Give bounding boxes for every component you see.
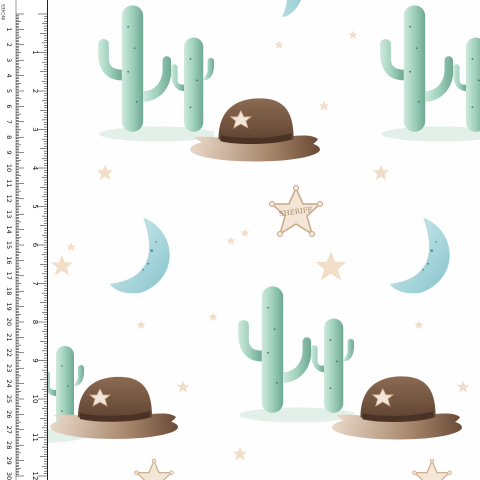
ruler-cm-label: 25 <box>5 395 13 403</box>
ruler-cm-label: 30 <box>5 472 13 480</box>
ruler-cm-label: 27 <box>5 426 13 434</box>
ruler-cm-label: 12 <box>5 195 13 203</box>
ruler-cm-label: 28 <box>5 441 13 449</box>
ruler-inch-label: 10 <box>31 395 39 404</box>
star <box>240 228 250 237</box>
ruler-cm-label: 3 <box>5 58 13 62</box>
ruler-cm-label: 4 <box>5 74 13 78</box>
ruler-inch-label: 12 <box>31 472 39 480</box>
ruler-cm-label: 17 <box>5 272 13 280</box>
ruler-inch-label: 1 <box>31 50 39 54</box>
star <box>232 446 248 461</box>
ruler-cm-label: 23 <box>5 364 13 372</box>
ruler-scale: 1234567891011121314151617181920212223242… <box>5 0 47 480</box>
star <box>66 242 76 251</box>
ruler-cm-label: 7 <box>5 120 13 124</box>
star <box>136 320 146 329</box>
ruler-cm-label: 16 <box>5 256 13 264</box>
ruler-cm-label: 8 <box>5 135 13 139</box>
ruler: 1 2 3 4 5 6 7 8 9 10 11 12 13 14 15 16 17 18 19 20 21 22 23 24 2… <box>0 0 48 480</box>
moon-left <box>109 217 170 294</box>
ruler-cm-label: 15 <box>5 241 13 249</box>
cowboy-hat-top <box>189 97 320 162</box>
ruler-inch-label: 2 <box>31 89 39 93</box>
cactus-group-bottom <box>238 286 354 423</box>
sheriff-badge-bottom-right <box>412 458 452 480</box>
ruler-cm-label: 6 <box>5 104 13 108</box>
ruler-inch-label: 4 <box>31 166 39 171</box>
star <box>176 380 190 393</box>
ruler-unit-inches: INCHES <box>1 4 6 21</box>
ruler-cm-label: 18 <box>5 287 13 295</box>
cactus-group-top-right <box>380 5 480 142</box>
moon-right <box>389 217 450 294</box>
star <box>96 164 114 181</box>
ruler-inch-label: 11 <box>31 433 39 442</box>
ruler-cm-label: 29 <box>5 456 13 464</box>
ruler-cm-label: 20 <box>5 318 13 326</box>
pattern-canvas: SHERIFF <box>0 0 480 480</box>
ruler-cm-label: 26 <box>5 410 13 418</box>
ruler-cm-label: 10 <box>5 164 13 172</box>
star <box>456 380 470 393</box>
star <box>274 40 284 49</box>
ruler-inch-label: 7 <box>31 281 39 285</box>
moon-top <box>232 0 315 22</box>
star <box>318 100 330 111</box>
star <box>208 312 218 321</box>
ruler-inch-label: 9 <box>31 358 39 362</box>
ruler-cm-label: 9 <box>5 151 13 155</box>
ruler-cm-label: 5 <box>5 89 13 93</box>
ruler-cm-label: 21 <box>5 333 13 341</box>
ruler-inch-label: 6 <box>31 243 39 248</box>
star <box>315 251 347 281</box>
ruler-cm-label: 14 <box>5 225 13 233</box>
star <box>51 255 73 276</box>
star <box>226 236 236 245</box>
ruler-cm-label: 24 <box>5 379 13 387</box>
ruler-cm-label: 19 <box>5 302 13 310</box>
star <box>348 30 358 39</box>
ruler-inch-label: 8 <box>31 320 39 324</box>
ruler-cm-label: 22 <box>5 349 13 357</box>
sheriff-badge-bottom-left <box>134 458 174 480</box>
ruler-cm-label: 13 <box>5 210 13 218</box>
cowboy-hat-bottom-right <box>331 375 462 440</box>
star <box>372 164 390 181</box>
ruler-cm-label: 1 <box>5 27 13 31</box>
ruler-cm-label: 2 <box>5 43 13 47</box>
ruler-cm-label: 11 <box>5 179 13 187</box>
ruler-inch-label: 3 <box>31 127 39 131</box>
star <box>414 320 424 329</box>
cactus-group-top <box>98 5 214 142</box>
ruler-inch-label: 5 <box>31 204 39 208</box>
